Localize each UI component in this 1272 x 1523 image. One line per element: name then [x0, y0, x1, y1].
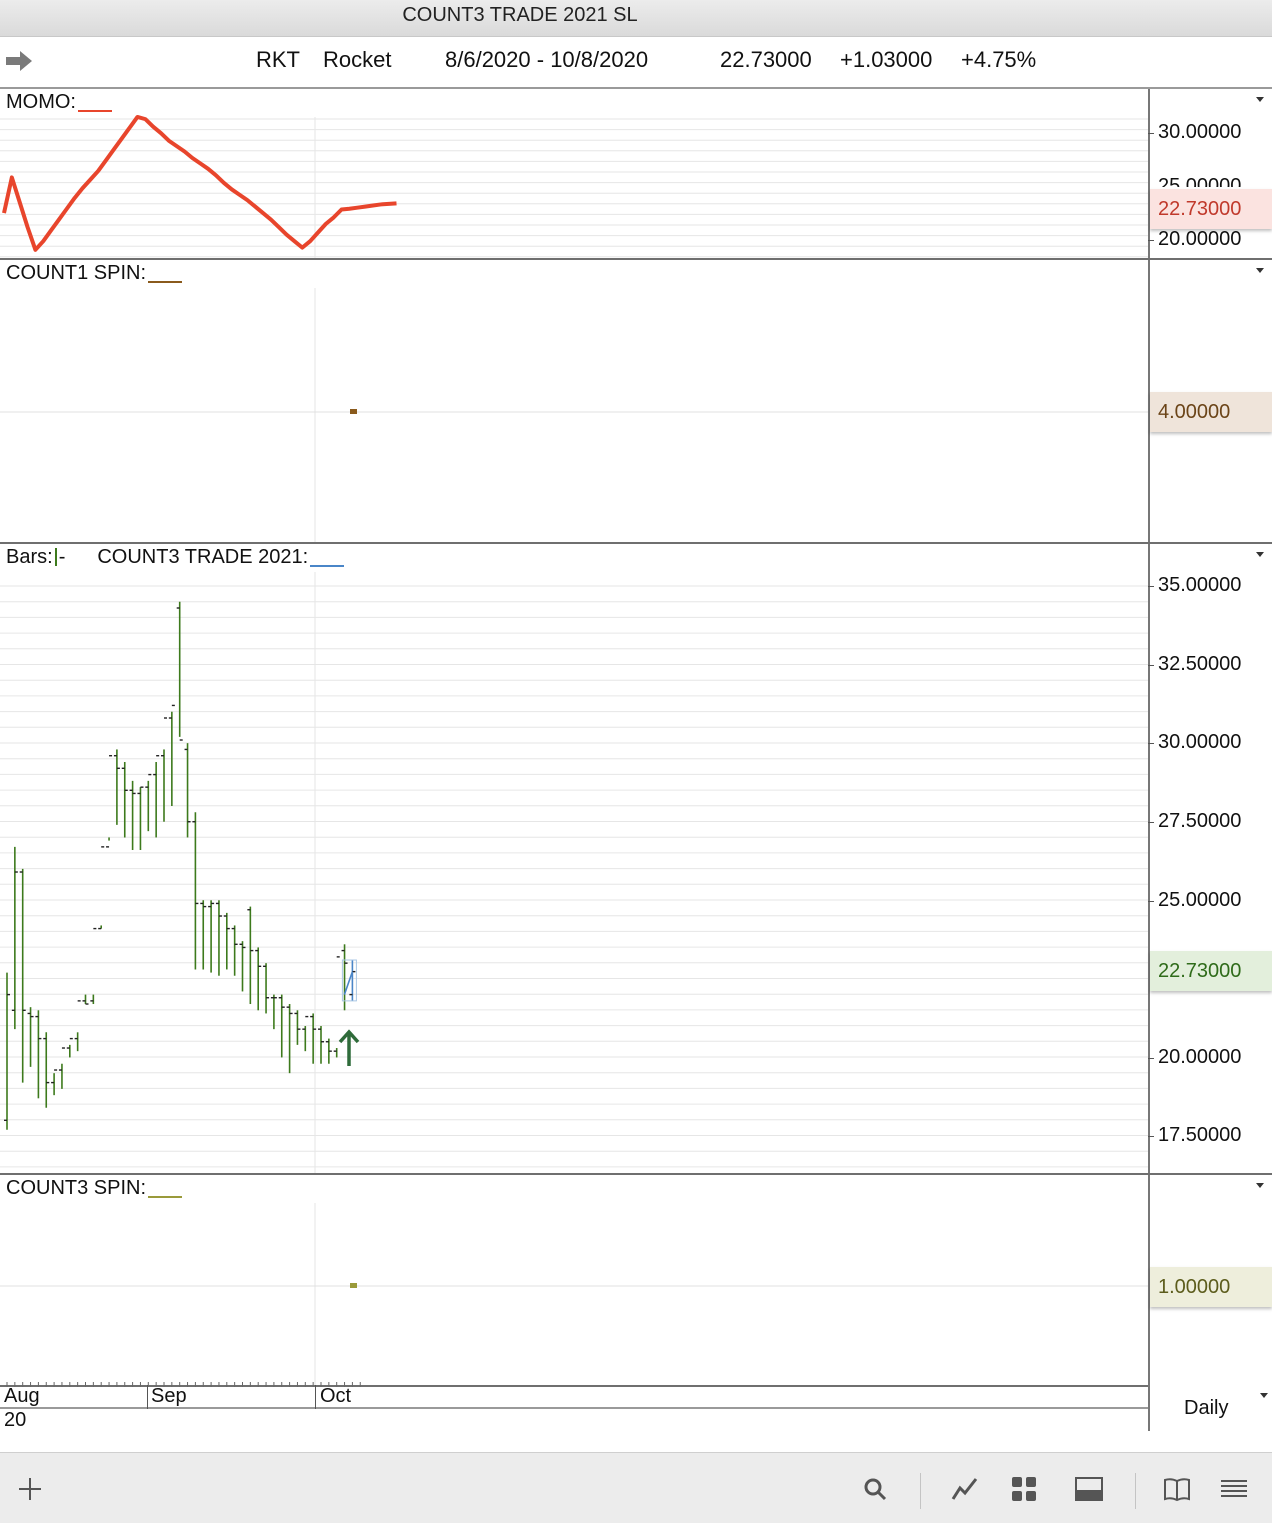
momo-pane[interactable]: MOMO: 30.00000 25.00000 20.00000 22.7300… — [0, 89, 1272, 258]
window-titlebar: COUNT3 TRADE 2021 SL — [0, 0, 1272, 37]
bars-chart — [0, 572, 1148, 1173]
price-change: +1.03000 — [840, 47, 933, 72]
count1-point — [350, 409, 357, 414]
add-icon[interactable] — [16, 1475, 44, 1503]
count3-pane[interactable]: COUNT3 SPIN: 1.00000 — [0, 1175, 1272, 1385]
date-label-sep: Sep — [151, 1385, 187, 1407]
chevron-down-icon[interactable] — [1256, 97, 1264, 102]
chevron-down-icon[interactable] — [1260, 1393, 1268, 1398]
quote-header: RKT Rocket 8/6/2020 - 10/8/2020 22.73000… — [0, 37, 1272, 89]
trade-line — [343, 971, 354, 995]
menu-icon[interactable] — [1220, 1475, 1248, 1503]
momo-series-line — [2, 114, 397, 252]
bars-tick: 35.00000 — [1147, 574, 1242, 596]
bars-tick: 17.50000 — [1147, 1124, 1242, 1146]
count3-point — [350, 1283, 357, 1288]
bars-tick: 25.00000 — [1147, 889, 1242, 911]
count1-pane[interactable]: COUNT1 SPIN: 4.00000 — [0, 260, 1272, 542]
period-selector[interactable]: Daily — [1184, 1397, 1228, 1420]
bars-axis: 35.00000 32.50000 30.00000 27.50000 25.0… — [1147, 544, 1272, 1173]
momo-value-badge: 22.73000 — [1150, 189, 1272, 229]
momo-tick: 30.00000 — [1147, 121, 1242, 143]
date-axis[interactable]: Aug 20 Sep Oct Daily — [0, 1382, 1272, 1431]
count1-chart — [0, 288, 1148, 542]
count3-value-badge: 1.00000 — [1150, 1267, 1272, 1307]
arrow-up-icon — [338, 1029, 360, 1066]
arrow-right-icon[interactable] — [4, 49, 34, 73]
count1-label: COUNT1 SPIN: — [6, 262, 183, 285]
count3-plot[interactable]: COUNT3 SPIN: — [0, 1175, 1150, 1385]
count1-plot[interactable]: COUNT1 SPIN: — [0, 260, 1150, 542]
momo-chart — [0, 114, 1148, 258]
bars-tick: 27.50000 — [1147, 810, 1242, 832]
count3-chart — [0, 1203, 1148, 1385]
grid-icon[interactable] — [1010, 1475, 1038, 1503]
momo-label: MOMO: — [6, 91, 112, 114]
bars-pane[interactable]: Bars: - COUNT3 TRADE 2021: 35.00000 32.500… — [0, 544, 1272, 1173]
chevron-down-icon[interactable] — [1256, 552, 1264, 557]
date-range: 8/6/2020 - 10/8/2020 — [445, 47, 649, 72]
date-label-aug: Aug — [4, 1385, 40, 1407]
bars-label: Bars: - COUNT3 TRADE 2021: — [6, 546, 345, 569]
study-label: COUNT3 TRADE 2021: — [97, 546, 309, 568]
chart-line-icon[interactable] — [951, 1475, 979, 1503]
bars-tick: 20.00000 — [1147, 1046, 1242, 1068]
bottom-toolbar — [0, 1452, 1272, 1523]
bars-tick: 32.50000 — [1147, 653, 1242, 675]
count1-value-badge: 4.00000 — [1150, 392, 1272, 432]
last-price: 22.73000 — [720, 47, 812, 72]
momo-axis: 30.00000 25.00000 20.00000 22.73000 — [1147, 89, 1272, 258]
bars-value-badge: 22.73000 — [1150, 951, 1272, 991]
count3-axis: 1.00000 — [1150, 1175, 1272, 1385]
window-title: COUNT3 TRADE 2021 SL — [402, 4, 638, 26]
symbol-name: Rocket — [323, 47, 392, 72]
count1-axis: 4.00000 — [1150, 260, 1272, 542]
date-label-year: 20 — [4, 1409, 27, 1431]
chevron-down-icon[interactable] — [1256, 268, 1264, 273]
momo-tick: 20.00000 — [1147, 228, 1242, 250]
book-icon[interactable] — [1163, 1475, 1191, 1503]
chevron-down-icon[interactable] — [1256, 1183, 1264, 1188]
momo-tick: 25.00000 — [1158, 175, 1242, 187]
date-label-oct: Oct — [320, 1385, 352, 1407]
price-change-pct: +4.75% — [961, 47, 1037, 72]
symbol: RKT — [256, 47, 300, 72]
search-icon[interactable] — [861, 1475, 889, 1503]
layout-icon[interactable] — [1075, 1475, 1103, 1503]
bars-plot[interactable]: Bars: - COUNT3 TRADE 2021: — [0, 544, 1150, 1173]
momo-plot[interactable]: MOMO: — [0, 89, 1150, 258]
count3-label: COUNT3 SPIN: — [6, 1177, 183, 1200]
bars-tick: 30.00000 — [1147, 731, 1242, 753]
